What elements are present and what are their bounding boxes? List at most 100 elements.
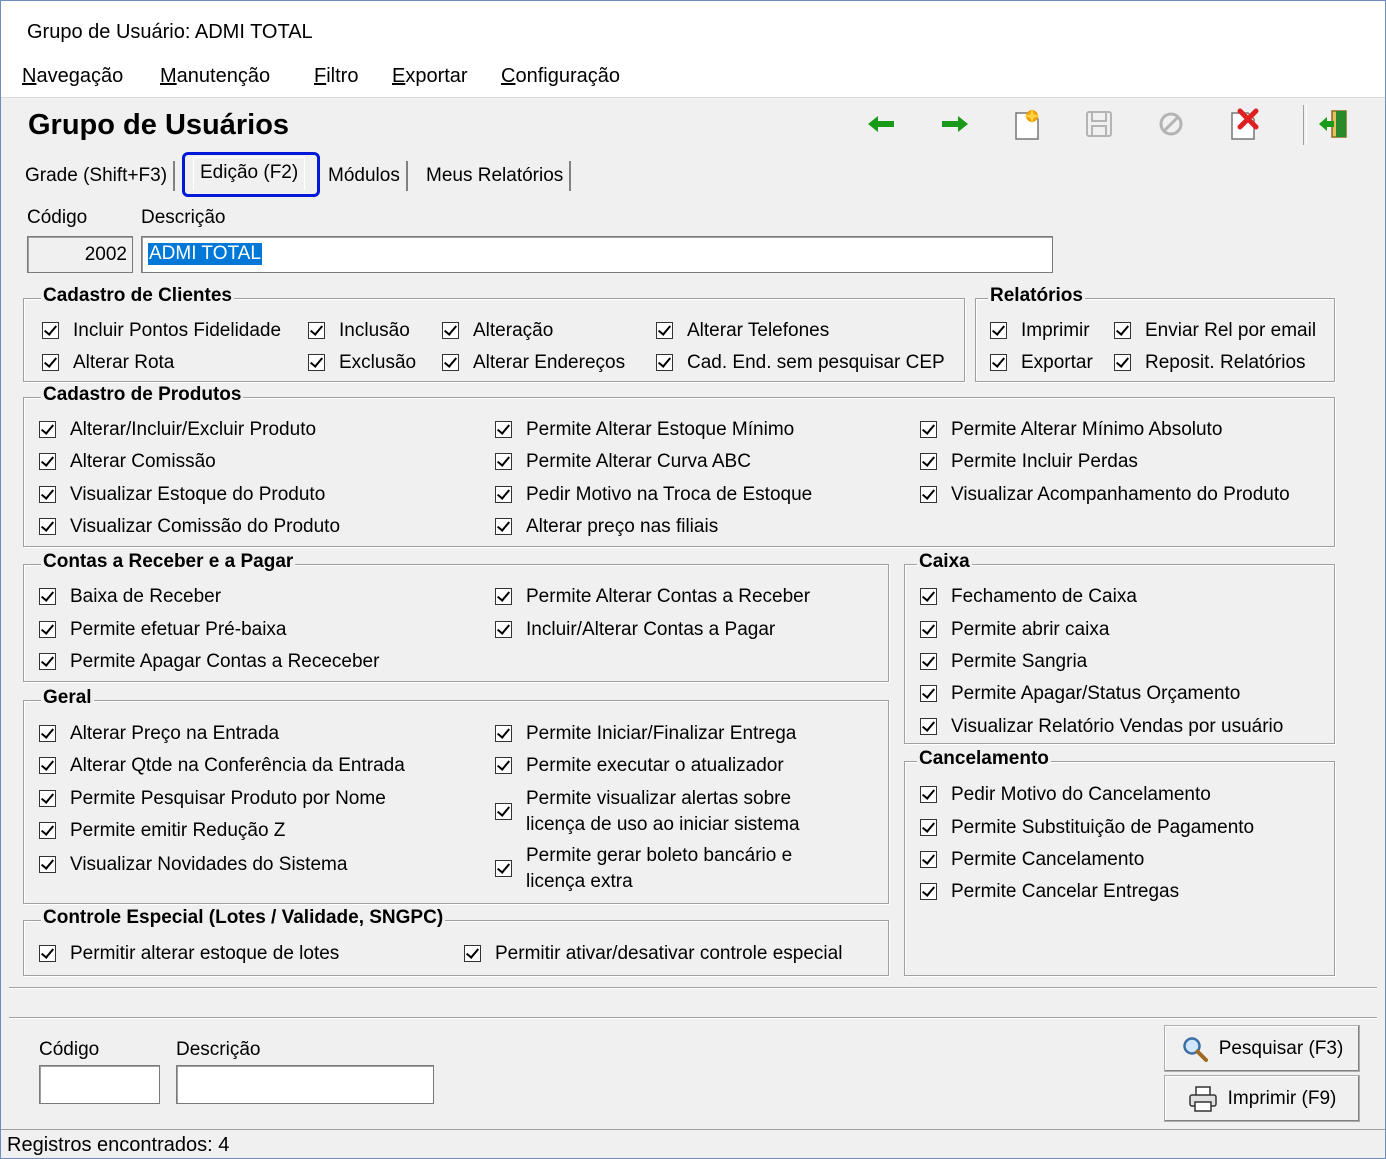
checkbox-checked-icon[interactable] bbox=[39, 588, 56, 605]
checkbox-visualizar-alertas-licenca[interactable]: Permite visualizar alertas sobre licença… bbox=[495, 786, 846, 838]
checkbox-checked-icon[interactable] bbox=[656, 354, 673, 371]
checkbox-alterar-comissao[interactable]: Alterar Comissão bbox=[39, 449, 216, 475]
checkbox-baixa-receber[interactable]: Baixa de Receber bbox=[39, 584, 221, 610]
checkbox-checked-icon[interactable] bbox=[495, 421, 512, 438]
checkbox-checked-icon[interactable] bbox=[920, 718, 937, 735]
exit-button[interactable] bbox=[1315, 107, 1351, 141]
checkbox-incluir-pontos-fidelidade[interactable]: Incluir Pontos Fidelidade bbox=[42, 318, 281, 344]
checkbox-executar-atualizador[interactable]: Permite executar o atualizador bbox=[495, 753, 784, 779]
checkbox-alterar-preco-filiais[interactable]: Alterar preço nas filiais bbox=[495, 514, 718, 540]
checkbox-checked-icon[interactable] bbox=[39, 518, 56, 535]
checkbox-reposit-relatorios[interactable]: Reposit. Relatórios bbox=[1114, 350, 1306, 376]
checkbox-cad-end-sem-cep[interactable]: Cad. End. sem pesquisar CEP bbox=[656, 350, 945, 376]
checkbox-checked-icon[interactable] bbox=[920, 653, 937, 670]
checkbox-checked-icon[interactable] bbox=[308, 322, 325, 339]
checkbox-alterar-incluir-excluir-produto[interactable]: Alterar/Incluir/Excluir Produto bbox=[39, 417, 316, 443]
checkbox-alterar-curva-abc[interactable]: Permite Alterar Curva ABC bbox=[495, 449, 751, 475]
checkbox-checked-icon[interactable] bbox=[495, 803, 512, 820]
checkbox-checked-icon[interactable] bbox=[39, 856, 56, 873]
checkbox-visualizar-comissao-produto[interactable]: Visualizar Comissão do Produto bbox=[39, 514, 340, 540]
menu-filtro[interactable]: Filtro bbox=[314, 65, 358, 88]
checkbox-alterar-minimo-absoluto[interactable]: Permite Alterar Mínimo Absoluto bbox=[920, 417, 1222, 443]
checkbox-checked-icon[interactable] bbox=[1114, 354, 1131, 371]
checkbox-alteracao[interactable]: Alteração bbox=[442, 318, 553, 344]
checkbox-checked-icon[interactable] bbox=[39, 945, 56, 962]
checkbox-alterar-rota[interactable]: Alterar Rota bbox=[42, 350, 174, 376]
checkbox-checked-icon[interactable] bbox=[920, 621, 937, 638]
checkbox-apagar-contas-receber[interactable]: Permite Apagar Contas a Receceber bbox=[39, 649, 379, 675]
checkbox-checked-icon[interactable] bbox=[442, 354, 459, 371]
next-button[interactable] bbox=[937, 107, 973, 141]
pesquisar-button[interactable]: Pesquisar (F3) bbox=[1164, 1025, 1360, 1072]
checkbox-alterar-telefones[interactable]: Alterar Telefones bbox=[656, 318, 829, 344]
checkbox-pesquisar-produto-nome[interactable]: Permite Pesquisar Produto por Nome bbox=[39, 786, 386, 812]
checkbox-checked-icon[interactable] bbox=[920, 421, 937, 438]
checkbox-checked-icon[interactable] bbox=[495, 757, 512, 774]
checkbox-checked-icon[interactable] bbox=[464, 945, 481, 962]
checkbox-alterar-qtde-conferencia[interactable]: Alterar Qtde na Conferência da Entrada bbox=[39, 753, 405, 779]
checkbox-alterar-preco-entrada[interactable]: Alterar Preço na Entrada bbox=[39, 721, 279, 747]
checkbox-permite-cancelamento[interactable]: Permite Cancelamento bbox=[920, 847, 1144, 873]
checkbox-incluir-perdas[interactable]: Permite Incluir Perdas bbox=[920, 449, 1138, 475]
tab-modulos[interactable]: Módulos bbox=[322, 161, 408, 191]
save-button[interactable] bbox=[1081, 107, 1117, 141]
cancel-button[interactable] bbox=[1153, 107, 1189, 141]
checkbox-alterar-estoque-lotes[interactable]: Permitir alterar estoque de lotes bbox=[39, 941, 339, 967]
tab-grade[interactable]: Grade (Shift+F3) bbox=[19, 161, 176, 191]
checkbox-incluir-alterar-contas-pagar[interactable]: Incluir/Alterar Contas a Pagar bbox=[495, 617, 775, 643]
checkbox-checked-icon[interactable] bbox=[920, 819, 937, 836]
tab-meus-relatorios[interactable]: Meus Relatórios bbox=[420, 161, 572, 191]
checkbox-checked-icon[interactable] bbox=[39, 757, 56, 774]
checkbox-alterar-enderecos[interactable]: Alterar Endereços bbox=[442, 350, 625, 376]
checkbox-exportar[interactable]: Exportar bbox=[990, 350, 1093, 376]
checkbox-checked-icon[interactable] bbox=[39, 621, 56, 638]
checkbox-checked-icon[interactable] bbox=[495, 725, 512, 742]
checkbox-visualizar-estoque-produto[interactable]: Visualizar Estoque do Produto bbox=[39, 482, 325, 508]
checkbox-pedir-motivo-cancelamento[interactable]: Pedir Motivo do Cancelamento bbox=[920, 782, 1211, 808]
checkbox-checked-icon[interactable] bbox=[920, 453, 937, 470]
checkbox-pedir-motivo-troca-estoque[interactable]: Pedir Motivo na Troca de Estoque bbox=[495, 482, 812, 508]
checkbox-checked-icon[interactable] bbox=[920, 486, 937, 503]
search-descricao-input[interactable] bbox=[176, 1065, 434, 1104]
checkbox-checked-icon[interactable] bbox=[495, 453, 512, 470]
checkbox-sangria[interactable]: Permite Sangria bbox=[920, 649, 1087, 675]
checkbox-checked-icon[interactable] bbox=[495, 518, 512, 535]
checkbox-checked-icon[interactable] bbox=[442, 322, 459, 339]
checkbox-checked-icon[interactable] bbox=[495, 860, 512, 877]
checkbox-gerar-boleto-bancario[interactable]: Permite gerar boleto bancário e licença … bbox=[495, 843, 826, 895]
checkbox-checked-icon[interactable] bbox=[39, 486, 56, 503]
descricao-field[interactable]: ADMI TOTAL bbox=[141, 236, 1053, 273]
checkbox-checked-icon[interactable] bbox=[39, 653, 56, 670]
checkbox-checked-icon[interactable] bbox=[920, 851, 937, 868]
checkbox-checked-icon[interactable] bbox=[39, 790, 56, 807]
checkbox-checked-icon[interactable] bbox=[920, 786, 937, 803]
checkbox-visualizar-novidades[interactable]: Visualizar Novidades do Sistema bbox=[39, 852, 347, 878]
checkbox-checked-icon[interactable] bbox=[656, 322, 673, 339]
menu-navegacao[interactable]: Navegação bbox=[22, 65, 123, 88]
checkbox-imprimir[interactable]: Imprimir bbox=[990, 318, 1090, 344]
menu-exportar[interactable]: Exportar bbox=[392, 65, 468, 88]
checkbox-alterar-contas-receber[interactable]: Permite Alterar Contas a Receber bbox=[495, 584, 810, 610]
new-record-button[interactable] bbox=[1009, 107, 1045, 141]
checkbox-checked-icon[interactable] bbox=[39, 822, 56, 839]
checkbox-checked-icon[interactable] bbox=[42, 322, 59, 339]
checkbox-checked-icon[interactable] bbox=[308, 354, 325, 371]
checkbox-emitir-reducao-z[interactable]: Permite emitir Redução Z bbox=[39, 818, 285, 844]
checkbox-substituicao-pagamento[interactable]: Permite Substituição de Pagamento bbox=[920, 815, 1254, 841]
checkbox-apagar-status-orcamento[interactable]: Permite Apagar/Status Orçamento bbox=[920, 681, 1240, 707]
checkbox-efetuar-pre-baixa[interactable]: Permite efetuar Pré-baixa bbox=[39, 617, 287, 643]
checkbox-checked-icon[interactable] bbox=[990, 322, 1007, 339]
checkbox-checked-icon[interactable] bbox=[39, 453, 56, 470]
checkbox-inclusao[interactable]: Inclusão bbox=[308, 318, 410, 344]
checkbox-alterar-estoque-minimo[interactable]: Permite Alterar Estoque Mínimo bbox=[495, 417, 794, 443]
delete-button[interactable] bbox=[1225, 107, 1261, 141]
checkbox-visualizar-relatorio-vendas[interactable]: Visualizar Relatório Vendas por usuário bbox=[920, 714, 1283, 740]
checkbox-checked-icon[interactable] bbox=[495, 486, 512, 503]
checkbox-checked-icon[interactable] bbox=[39, 421, 56, 438]
checkbox-checked-icon[interactable] bbox=[495, 621, 512, 638]
checkbox-checked-icon[interactable] bbox=[920, 685, 937, 702]
menu-manutencao[interactable]: Manutenção bbox=[160, 65, 270, 88]
checkbox-checked-icon[interactable] bbox=[39, 725, 56, 742]
checkbox-checked-icon[interactable] bbox=[920, 588, 937, 605]
menu-configuracao[interactable]: Configuração bbox=[501, 65, 620, 88]
